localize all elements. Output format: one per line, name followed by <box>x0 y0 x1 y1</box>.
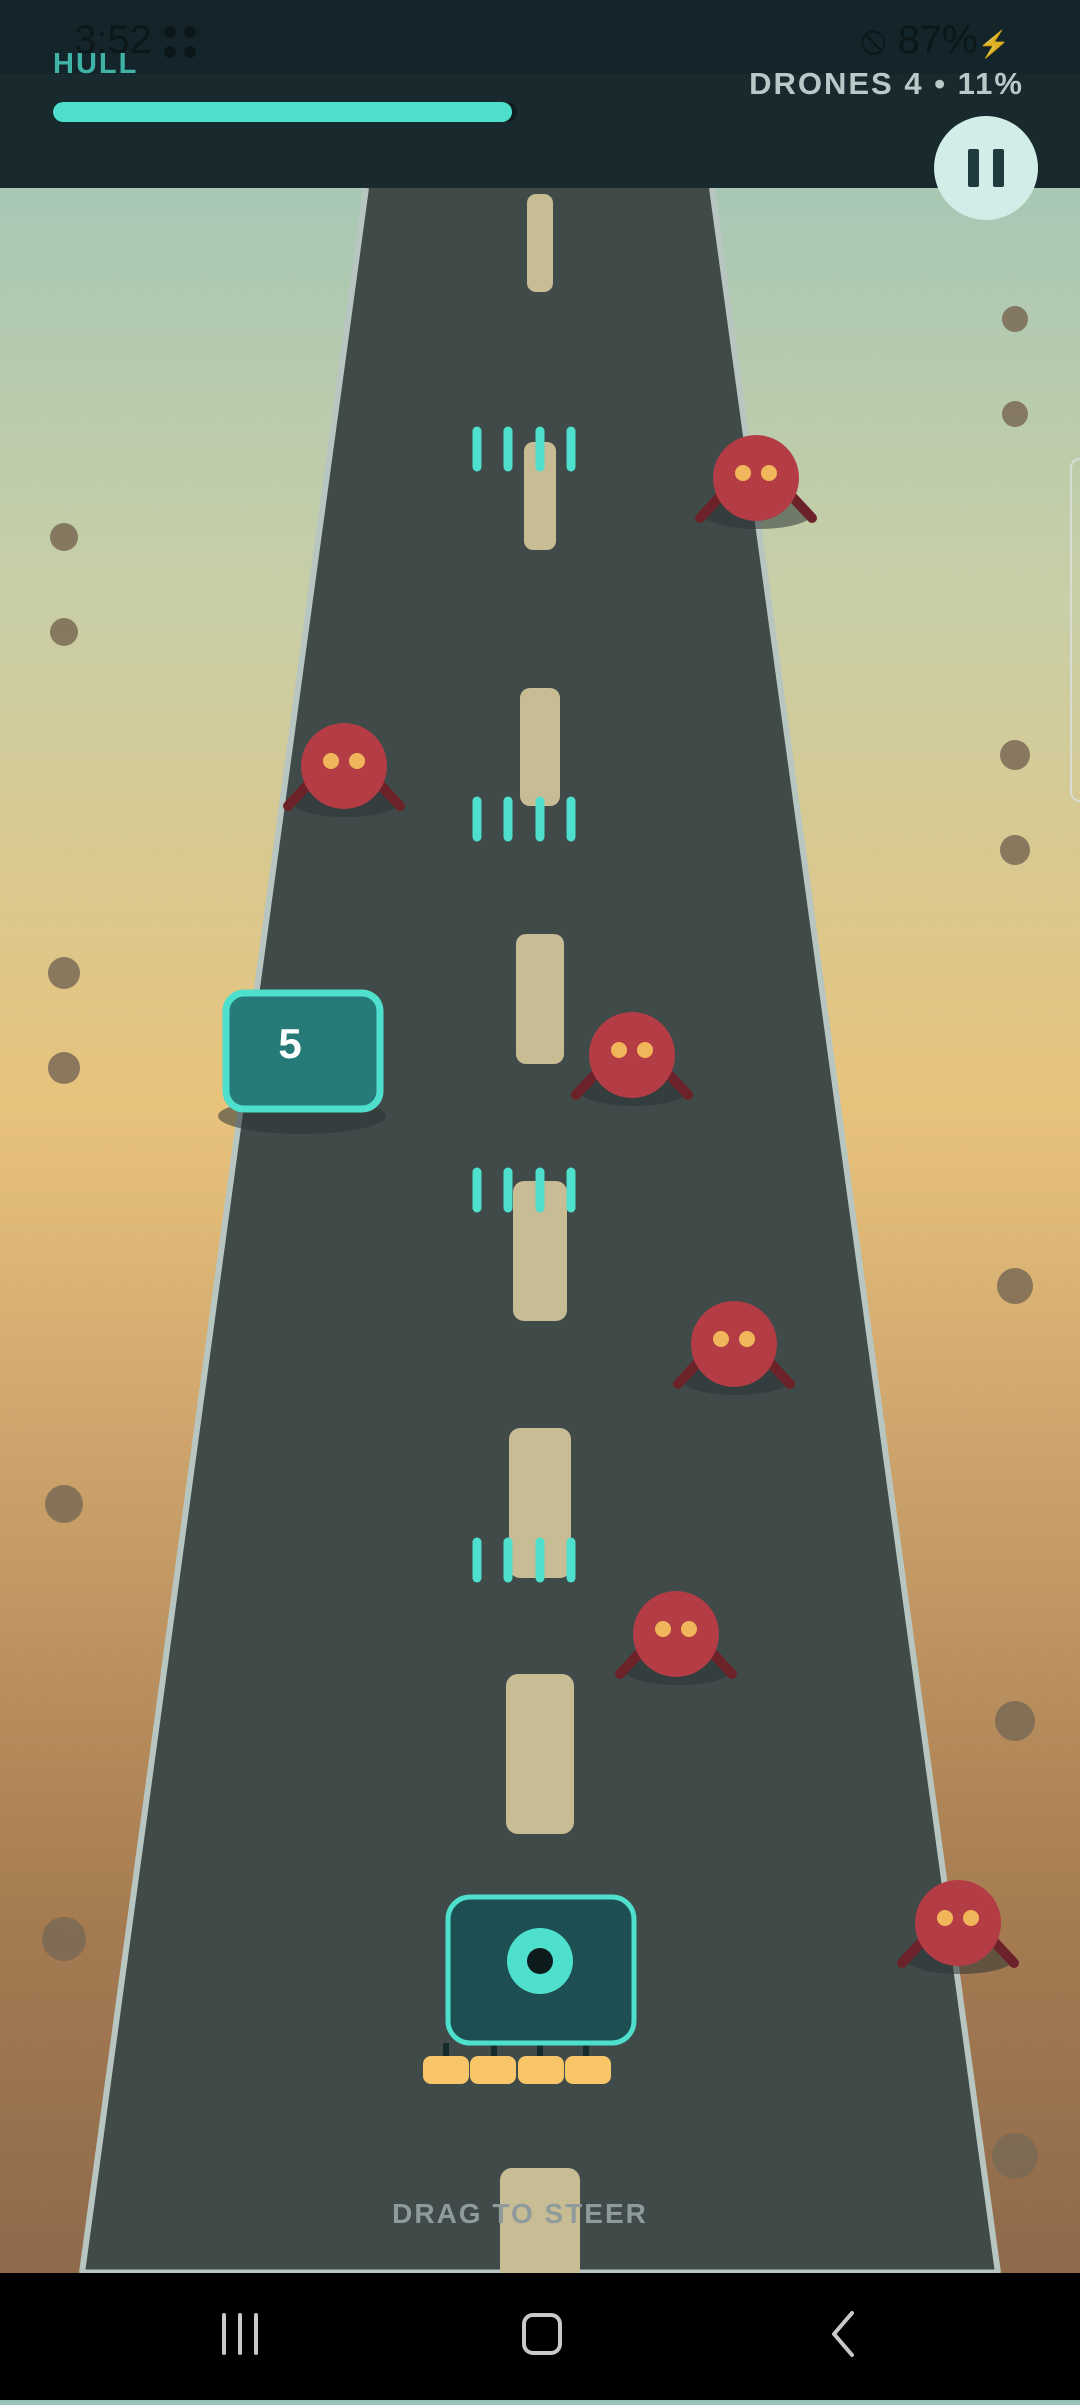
notification-icon <box>164 26 198 60</box>
pause-icon <box>968 149 979 187</box>
home-icon[interactable] <box>522 2313 562 2355</box>
recent-apps-icon[interactable] <box>222 2313 258 2355</box>
pause-button[interactable] <box>934 116 1038 220</box>
drones-readout: DRONES 4 • 11% <box>749 66 1024 101</box>
hull-label: HULL <box>53 48 139 80</box>
hull-bar-fill <box>53 102 513 122</box>
status-bar: 3:52 ⦸ 87%⚡ <box>0 0 1080 74</box>
steer-hint: DRAG TO STEER <box>392 2198 648 2229</box>
hud-panel: 3:52 ⦸ 87%⚡ HULL DRONES 4 • 11% <box>0 0 1080 188</box>
battery-indicator: ⦸ 87%⚡ <box>860 18 1010 63</box>
charging-icon: ⚡ <box>977 29 1010 59</box>
game-scene[interactable] <box>0 0 1080 2400</box>
battery-level: 87% <box>897 18 978 62</box>
edge-panel-handle[interactable] <box>1070 458 1080 802</box>
navigation-bar <box>0 2273 1080 2400</box>
pause-icon-bar <box>993 149 1004 187</box>
back-icon[interactable] <box>832 2311 854 2357</box>
dnd-icon: ⦸ <box>860 18 898 62</box>
hull-bar <box>53 102 517 122</box>
upgrade-crate-value: 5 <box>278 1020 302 1067</box>
